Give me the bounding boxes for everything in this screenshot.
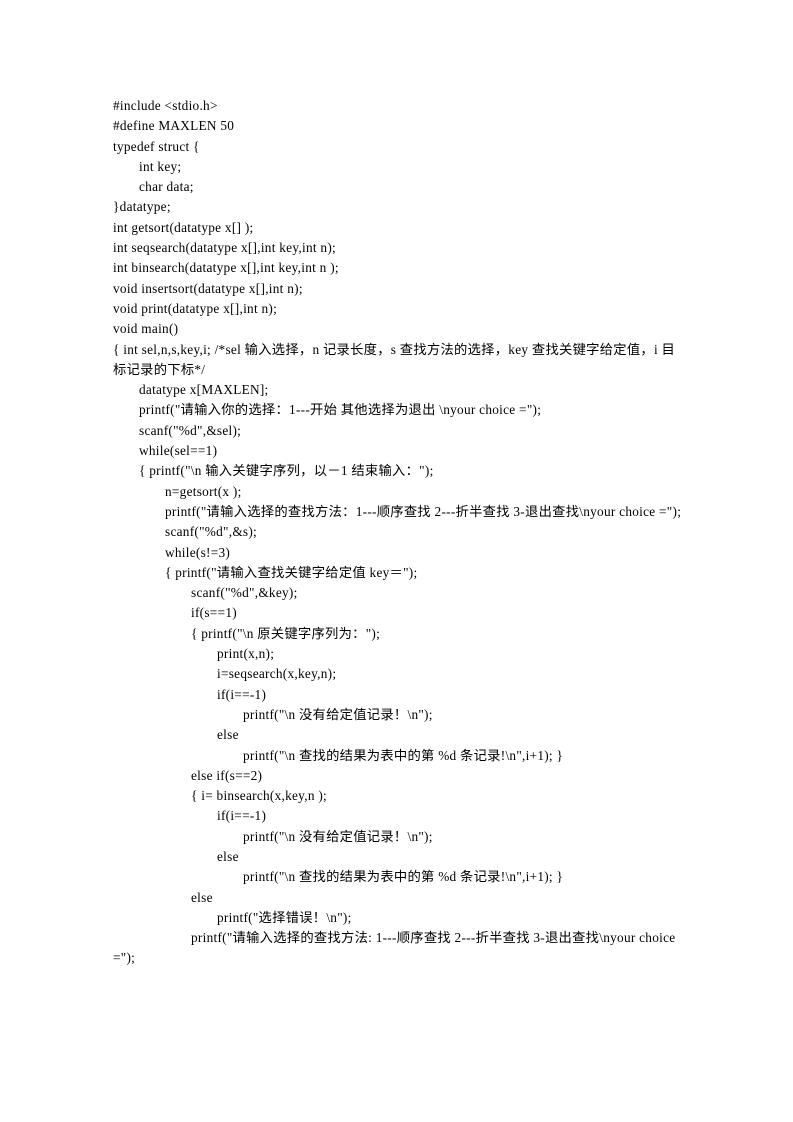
code-line: else: [191, 889, 213, 905]
code-line: datatype x[MAXLEN];: [139, 382, 269, 398]
code-text: printf("请输入选择的查找方法: 1---顺序查找 2---折半查找 3-…: [113, 930, 676, 966]
code-line: printf("选择错误！\n");: [217, 909, 352, 925]
code-line: printf("\n 没有给定值记录！\n");: [243, 828, 433, 844]
code-line: int binsearch(datatype x[],int key,int n…: [113, 260, 339, 276]
code-line: int seqsearch(datatype x[],int key,int n…: [113, 240, 336, 256]
code-line: int key;: [139, 158, 182, 174]
code-line: if(i==-1): [217, 686, 267, 702]
code-line: }datatype;: [113, 199, 171, 215]
code-line: print(x,n);: [217, 646, 275, 662]
code-line: void main(): [113, 321, 179, 337]
code-line: #define MAXLEN 50: [113, 118, 235, 134]
code-line: printf("\n 没有给定值记录！\n");: [243, 706, 433, 722]
code-line: { i= binsearch(x,key,n );: [191, 788, 327, 804]
code-text: { int sel,n,s,key,i; /*sel 输入选择，n 记录长度，s…: [113, 341, 676, 377]
code-line: if(i==-1): [217, 808, 267, 824]
code-line: printf("请输入选择的查找方法：1---顺序查找 2---折半查找 3-退…: [113, 502, 683, 522]
code-line: printf("请输入选择的查找方法: 1---顺序查找 2---折半查找 3-…: [113, 928, 683, 969]
code-line: typedef struct {: [113, 138, 200, 154]
code-listing: #include <stdio.h> #define MAXLEN 50 typed…: [113, 96, 683, 969]
code-line: scanf("%d",&key);: [191, 585, 298, 601]
document-page: #include <stdio.h> #define MAXLEN 50 typed…: [0, 0, 793, 1122]
code-line: { printf("\n 原关键字序列为：");: [191, 625, 381, 641]
code-line: if(s==1): [191, 605, 237, 621]
code-line: scanf("%d",&s);: [165, 524, 258, 540]
code-line: i=seqsearch(x,key,n);: [217, 666, 337, 682]
code-line: printf("\n 查找的结果为表中的第 %d 条记录!\n",i+1); }: [243, 747, 564, 763]
code-line: else: [217, 727, 239, 743]
code-line: else: [217, 848, 239, 864]
code-line: int getsort(datatype x[] );: [113, 219, 254, 235]
code-line: { int sel,n,s,key,i; /*sel 输入选择，n 记录长度，s…: [113, 340, 683, 381]
code-line: while(s!=3): [165, 544, 231, 560]
code-line: { printf("\n 输入关键字序列，以－1 结束输入：");: [139, 463, 434, 479]
code-line: else if(s==2): [191, 767, 263, 783]
code-line: { printf("请输入查找关键字给定值 key＝");: [165, 564, 418, 580]
code-line: char data;: [139, 179, 194, 195]
code-line: while(sel==1): [139, 443, 218, 459]
code-line: printf("\n 查找的结果为表中的第 %d 条记录!\n",i+1); }: [243, 869, 564, 885]
code-line: n=getsort(x );: [165, 483, 242, 499]
code-line: void insertsort(datatype x[],int n);: [113, 280, 303, 296]
code-line: #include <stdio.h>: [113, 98, 218, 113]
code-line: void print(datatype x[],int n);: [113, 300, 278, 316]
code-line: scanf("%d",&sel);: [139, 422, 242, 438]
code-text: printf("请输入选择的查找方法：1---顺序查找 2---折半查找 3-退…: [165, 503, 682, 519]
code-line: printf("请输入你的选择：1---开始 其他选择为退出 \nyour ch…: [139, 402, 542, 418]
